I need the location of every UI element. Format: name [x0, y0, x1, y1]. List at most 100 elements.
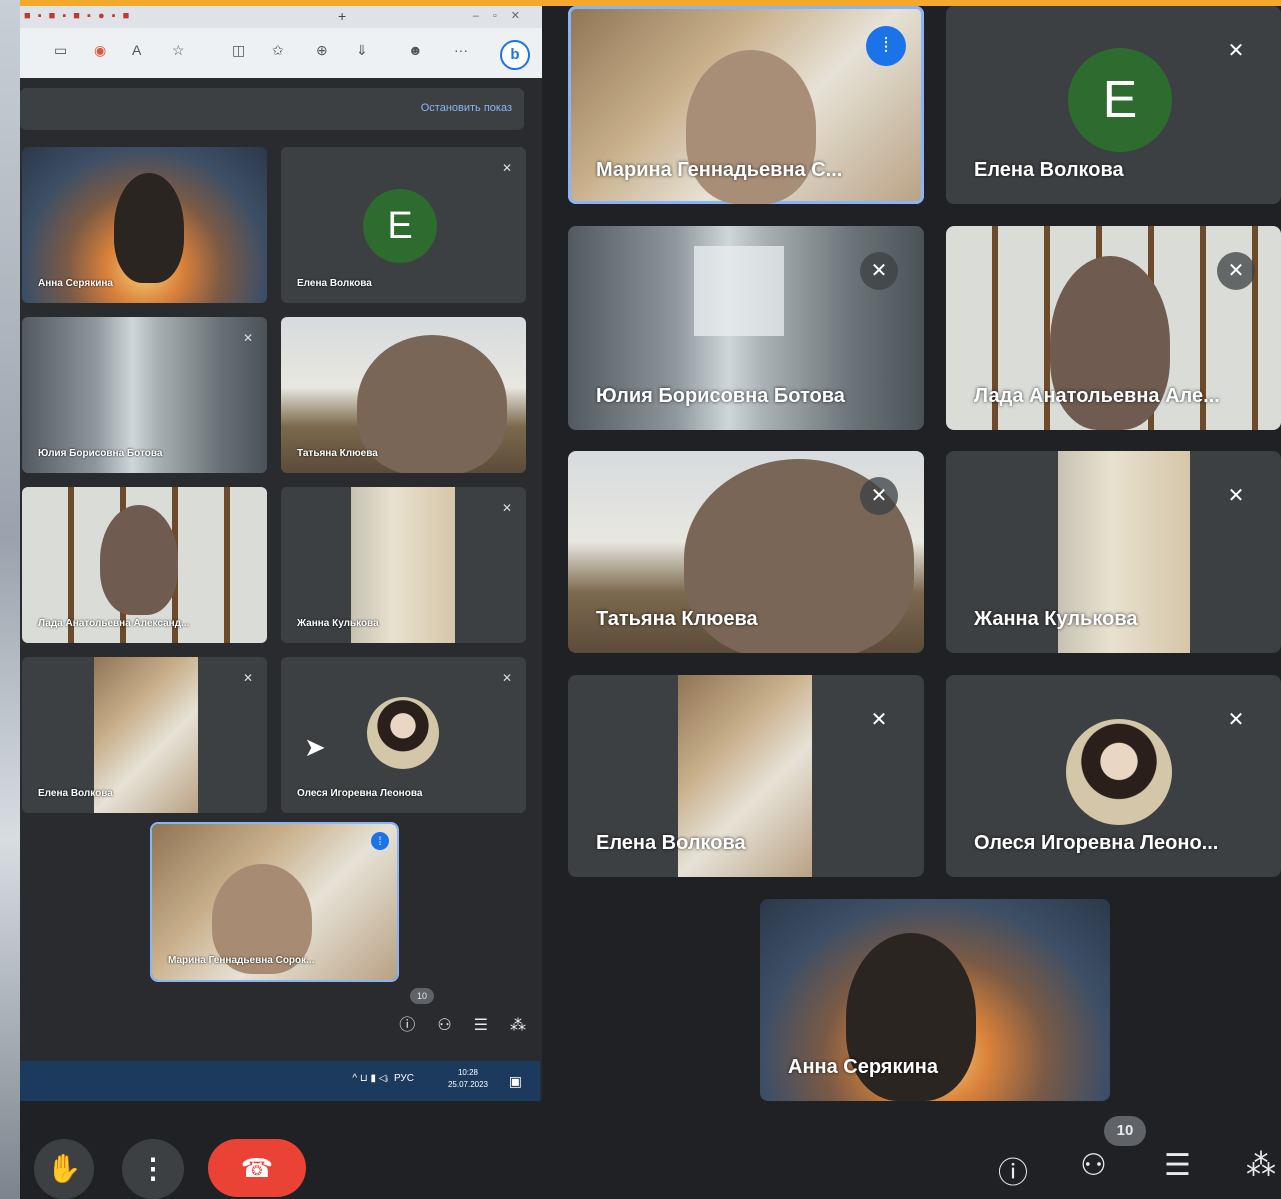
- participant-tile[interactable]: ✕ Татьяна Клюева: [568, 451, 924, 653]
- mini-tile[interactable]: ✕ Лада Анатольевна Александ...: [22, 487, 267, 643]
- bing-chat-icon[interactable]: b: [500, 40, 530, 70]
- participant-name: Анна Серякина: [38, 278, 113, 289]
- mini-tile[interactable]: ✕ Е Елена Волкова: [281, 147, 526, 303]
- participant-name: Татьяна Клюева: [596, 608, 758, 630]
- participant-name: Елена Волкова: [974, 159, 1124, 181]
- participant-tile[interactable]: ✕ Жанна Кулькова: [946, 451, 1281, 653]
- participant-name: Анна Серякина: [788, 1056, 938, 1078]
- mic-off-icon: ✕: [501, 331, 512, 345]
- extension-icon[interactable]: ◉: [94, 42, 106, 59]
- notifications-icon[interactable]: ▣: [509, 1073, 522, 1090]
- mini-tile-speaking[interactable]: ⁞ Марина Геннадьевна Сорок...: [150, 822, 399, 982]
- mic-off-icon: ✕: [501, 501, 512, 515]
- participant-tile[interactable]: ✕ Елена Волкова: [568, 675, 924, 877]
- participant-tile[interactable]: Анна Серякина: [760, 899, 1110, 1101]
- chat-icon[interactable]: ☰: [474, 1017, 488, 1034]
- window-controls[interactable]: –▫✕: [473, 9, 534, 22]
- more-menu-icon[interactable]: ···: [454, 42, 468, 58]
- keyboard-language[interactable]: РУС: [394, 1073, 414, 1084]
- windows-taskbar: ^ ⊔ ▮ ◁ᵢ РУС 10:28 25.07.2023 ▣: [20, 1061, 540, 1101]
- participant-name: Елена Волкова: [596, 832, 746, 854]
- participant-name: Лада Анатольевна Але...: [974, 385, 1220, 407]
- mini-call-toolbar: ⓘ ⚇ ☰ ⁂: [377, 1011, 526, 1035]
- browser-tab-strip: ■ ▪ ■ ▪ ■ ▪ ● ▪ ■ + –▫✕: [20, 6, 542, 28]
- participant-name: Жанна Кулькова: [297, 618, 379, 629]
- mic-off-icon: ✕: [1217, 477, 1255, 515]
- participant-name: Жанна Кулькова: [974, 608, 1138, 630]
- clock-date: 25.07.2023: [447, 1080, 488, 1089]
- activities-icon[interactable]: ⁂: [1246, 1148, 1276, 1183]
- mini-tile[interactable]: Анна Серякина: [22, 147, 267, 303]
- downloads-icon[interactable]: ⇓: [356, 42, 368, 59]
- browser-toolbar: ▭ ◉ A ☆ ◫ ✩ ⊕ ⇓ ☻ ··· b: [20, 28, 542, 78]
- participant-name: Елена Волкова: [38, 788, 113, 799]
- mic-off-icon: ✕: [1217, 252, 1255, 290]
- participant-name: Марина Геннадьевна Сорок...: [168, 955, 315, 966]
- raise-hand-button[interactable]: ✋: [34, 1139, 94, 1199]
- mini-tile[interactable]: ✕ Юлия Борисовна Ботова: [22, 317, 267, 473]
- mic-off-icon: ✕: [860, 252, 898, 290]
- chat-icon[interactable]: ☰: [1164, 1148, 1191, 1183]
- favorite-star-icon[interactable]: ☆: [172, 42, 185, 59]
- people-icon[interactable]: ⚇: [437, 1017, 451, 1034]
- mini-tile[interactable]: ✕ Жанна Кулькова: [281, 487, 526, 643]
- clock-time: 10:28: [457, 1068, 478, 1077]
- activities-icon[interactable]: ⁂: [510, 1017, 526, 1034]
- mic-off-icon: ✕: [501, 161, 512, 175]
- participant-tile[interactable]: ✕ Олеся Игоревна Леоно...: [946, 675, 1281, 877]
- mic-off-icon: ✕: [242, 671, 253, 685]
- read-aloud-icon[interactable]: A: [132, 42, 141, 58]
- favorites-icon[interactable]: ✩: [272, 42, 284, 59]
- mic-off-icon: ✕: [860, 701, 898, 739]
- more-options-button[interactable]: ⋮: [122, 1139, 184, 1199]
- participant-name: Лада Анатольевна Александ...: [38, 618, 190, 629]
- hand-icon: ✋: [46, 1153, 82, 1184]
- mic-off-icon: ✕: [1217, 32, 1255, 70]
- people-count-badge: 10: [1104, 1116, 1146, 1146]
- mic-off-icon: ✕: [501, 671, 512, 685]
- participant-name: Марина Геннадьевна С...: [596, 159, 843, 181]
- participant-tile[interactable]: ✕ Лада Анатольевна Але...: [946, 226, 1281, 430]
- people-count-badge: 10: [410, 988, 434, 1004]
- avatar: [1066, 719, 1172, 825]
- browser-tabs[interactable]: ■ ▪ ■ ▪ ■ ▪ ● ▪ ■: [24, 10, 131, 22]
- taskbar-clock[interactable]: 10:28 25.07.2023: [448, 1067, 488, 1091]
- phone-hangup-icon: ☎: [240, 1153, 274, 1183]
- participant-name: Олеся Игоревна Леонова: [297, 788, 423, 799]
- tab-actions-icon[interactable]: ▭: [54, 42, 67, 59]
- leave-call-button[interactable]: ☎: [208, 1139, 306, 1197]
- collections-icon[interactable]: ⊕: [316, 42, 328, 59]
- people-icon[interactable]: ⚇: [1080, 1148, 1107, 1183]
- participant-name: Елена Волкова: [297, 278, 372, 289]
- mic-off-icon: ✕: [1217, 701, 1255, 739]
- speaking-indicator-icon: ⁞: [371, 832, 389, 850]
- participant-video: [114, 173, 184, 283]
- participant-tile[interactable]: ✕ Е Елена Волкова: [946, 6, 1281, 204]
- mic-off-icon: ✕: [860, 477, 898, 515]
- mini-tile[interactable]: ✕ Елена Волкова: [22, 657, 267, 813]
- participant-tile[interactable]: ✕ Юлия Борисовна Ботова: [568, 226, 924, 430]
- mouse-cursor-icon: ➤: [304, 732, 326, 762]
- mic-off-icon: ✕: [242, 501, 253, 515]
- tray-icons[interactable]: ^ ⊔ ▮ ◁ᵢ: [352, 1073, 388, 1084]
- more-vert-icon: ⋮: [139, 1153, 167, 1184]
- desktop-edge: [0, 0, 20, 1199]
- avatar: [367, 697, 439, 769]
- participant-video: [100, 505, 178, 615]
- presenting-banner: Остановить показ: [20, 88, 524, 130]
- participant-tile[interactable]: ⁞ Марина Геннадьевна С...: [568, 6, 924, 204]
- split-screen-icon[interactable]: ◫: [232, 42, 245, 59]
- participant-name: Юлия Борисовна Ботова: [596, 385, 845, 407]
- participant-video: [357, 335, 507, 473]
- new-tab-button[interactable]: +: [338, 8, 346, 24]
- participant-name: Татьяна Клюева: [297, 448, 378, 459]
- avatar: Е: [363, 189, 437, 263]
- mini-tile[interactable]: ✕ Татьяна Клюева: [281, 317, 526, 473]
- stop-presenting-button[interactable]: Остановить показ: [421, 102, 512, 114]
- info-icon[interactable]: ⓘ: [399, 1017, 415, 1034]
- info-icon[interactable]: ⓘ: [998, 1148, 1028, 1192]
- avatar: Е: [1068, 48, 1172, 152]
- shared-screen: ■ ▪ ■ ▪ ■ ▪ ● ▪ ■ + –▫✕ ▭ ◉ A ☆ ◫ ✩ ⊕ ⇓ …: [20, 6, 542, 1101]
- profile-icon[interactable]: ☻: [408, 42, 423, 58]
- mic-off-icon: ✕: [242, 331, 253, 345]
